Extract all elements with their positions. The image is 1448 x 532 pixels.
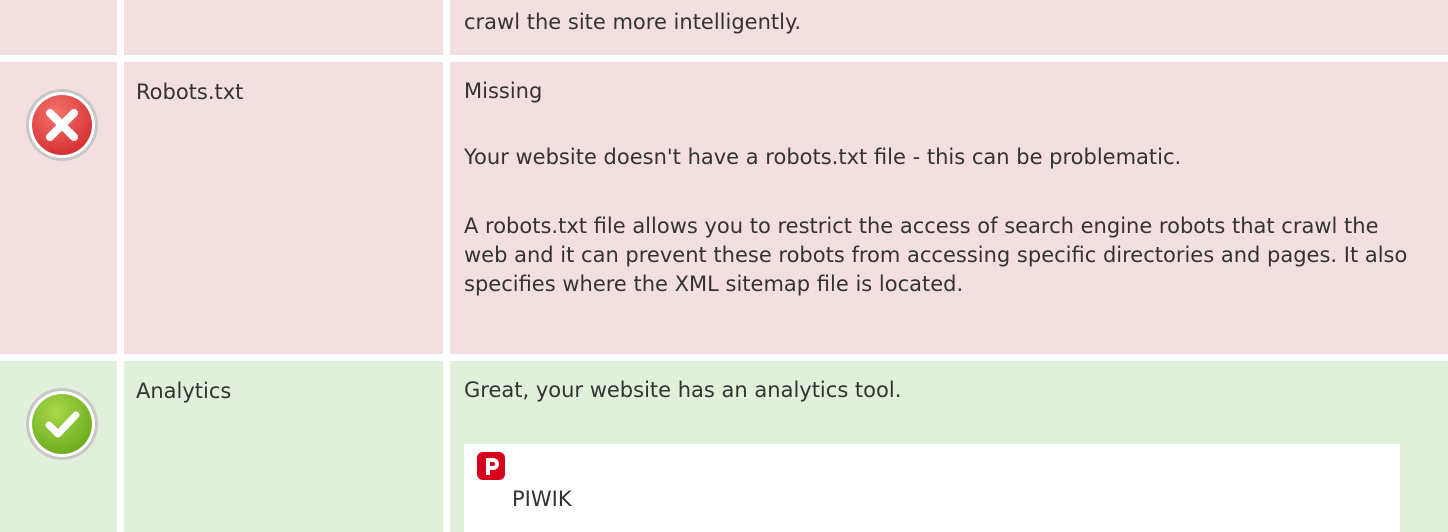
check-result-summary: Great, your website has an analytics too…: [464, 378, 902, 402]
check-result-message: Your website doesn't have a robots.txt f…: [464, 145, 1182, 169]
piwik-logo-icon: [477, 452, 505, 480]
check-result-summary: Missing: [464, 79, 543, 103]
result-row-robots-txt: Robots.txt Missing Your website doesn't …: [0, 62, 1448, 354]
result-row-analytics: Analytics Great, your website has an ana…: [0, 361, 1448, 532]
success-check-icon: [26, 388, 98, 460]
error-x-icon: [26, 89, 98, 161]
details-text: crawl the site more intelligently.: [464, 10, 802, 34]
check-name-cell: Robots.txt: [124, 62, 443, 354]
check-name: Analytics: [136, 379, 232, 403]
analytics-tool-card: PIWIK: [464, 444, 1400, 532]
check-name: Robots.txt: [136, 80, 244, 104]
result-row-continued: crawl the site more intelligently.: [0, 0, 1448, 55]
seo-results-table: crawl the site more intelligently. Robot…: [0, 0, 1448, 532]
check-name-cell: [124, 0, 443, 55]
analytics-tool-name: PIWIK: [512, 487, 572, 511]
check-result-explanation: A robots.txt file allows you to restrict…: [464, 214, 1408, 296]
check-details-cell: crawl the site more intelligently.: [450, 0, 1448, 55]
check-name-cell: Analytics: [124, 361, 443, 532]
check-details-cell: Great, your website has an analytics too…: [450, 361, 1448, 532]
status-cell: [0, 62, 117, 354]
check-details-cell: Missing Your website doesn't have a robo…: [450, 62, 1448, 354]
status-cell: [0, 361, 117, 532]
status-cell: [0, 0, 117, 55]
